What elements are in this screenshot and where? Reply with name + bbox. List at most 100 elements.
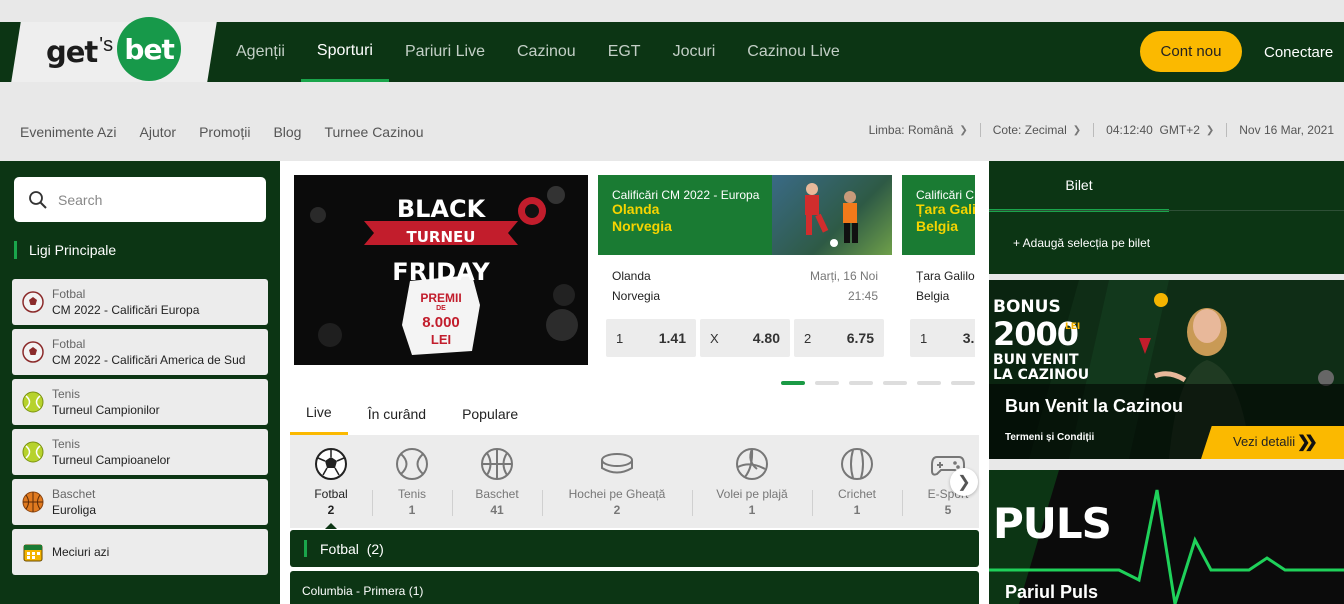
tab-popular[interactable]: Populare bbox=[446, 392, 534, 435]
sport-count: 1 bbox=[853, 503, 861, 517]
casino-welcome-banner[interactable]: BONUS 2000 LEI BUN VENIT LA CAZINOU Bun … bbox=[989, 280, 1344, 459]
language-label: Limba: bbox=[868, 123, 905, 137]
sport-name: Volei pe plajă bbox=[716, 487, 788, 501]
odds-format-select[interactable]: Zecimal bbox=[1025, 123, 1067, 137]
football-icon bbox=[315, 448, 347, 480]
promo-line-black: BLACK bbox=[396, 195, 486, 223]
subnav-evenimente-azi[interactable]: Evenimente Azi bbox=[20, 124, 117, 140]
group-marker bbox=[304, 540, 307, 557]
tab-live[interactable]: Live bbox=[290, 392, 348, 435]
carousel-dot[interactable] bbox=[883, 381, 907, 385]
tennis-ball-icon bbox=[396, 448, 428, 480]
sport-basketball[interactable]: Baschet 41 bbox=[452, 435, 542, 528]
clock-time: 04:12:40 bbox=[1106, 123, 1153, 137]
odd-button-home[interactable]: 13.10 bbox=[910, 319, 975, 357]
puls-banner[interactable]: PULS Pariul Puls bbox=[989, 470, 1344, 604]
sport-ice-hockey[interactable]: Hochei pe Gheață 2 bbox=[542, 435, 692, 528]
carousel-dot[interactable] bbox=[849, 381, 873, 385]
event-tabs: Live În curând Populare bbox=[290, 392, 538, 435]
subnav-turnee-cazinou[interactable]: Turnee Cazinou bbox=[324, 124, 423, 140]
promo-prize-de: DE bbox=[436, 305, 446, 312]
league-category: Fotbal bbox=[52, 336, 86, 351]
match-photo bbox=[772, 175, 892, 255]
language-select[interactable]: Română bbox=[908, 123, 953, 137]
logo[interactable]: get 's bet bbox=[46, 17, 182, 82]
secondary-nav: Evenimente Azi Ajutor Promoții Blog Turn… bbox=[20, 124, 424, 140]
logo-apostrophe: 's bbox=[99, 33, 114, 56]
tab-upcoming[interactable]: În curând bbox=[352, 392, 442, 435]
group-sport-name: Fotbal bbox=[320, 540, 359, 557]
league-item[interactable]: Tenis Turneul Campioanelor bbox=[12, 429, 268, 475]
sport-count: 1 bbox=[748, 503, 756, 517]
subnav-ajutor[interactable]: Ajutor bbox=[140, 124, 177, 140]
nav-egt[interactable]: EGT bbox=[592, 22, 657, 82]
logo-text-right: bet bbox=[124, 32, 174, 66]
casino-terms-link[interactable]: Termeni și Condiții bbox=[1005, 432, 1094, 443]
group-sport-count: (2) bbox=[366, 540, 384, 557]
football-icon bbox=[22, 291, 44, 313]
league-item[interactable]: Fotbal CM 2022 - Calificări America de Su… bbox=[12, 329, 268, 375]
nav-cazinou[interactable]: Cazinou bbox=[501, 22, 592, 82]
league-item[interactable]: Tenis Turneul Campionilor bbox=[12, 379, 268, 425]
casino-big-welcome: BUN VENIT bbox=[993, 352, 1079, 368]
match-card[interactable]: Calificări CM 2022 - Europa Țara Galilor… bbox=[902, 175, 975, 365]
league-item[interactable]: Fotbal CM 2022 - Calificări Europa bbox=[12, 279, 268, 325]
league-category: Baschet bbox=[52, 486, 96, 501]
volleyball-icon bbox=[736, 448, 768, 480]
sport-name: Tenis bbox=[397, 487, 426, 501]
promo-prize-label: PREMII bbox=[420, 291, 462, 305]
nav-jocuri[interactable]: Jocuri bbox=[657, 22, 732, 82]
carousel-dot[interactable] bbox=[951, 381, 975, 385]
sport-name: Crichet bbox=[837, 487, 876, 501]
sport-tennis[interactable]: Tenis 1 bbox=[372, 435, 452, 528]
competition-header[interactable]: Columbia - Primera (1) bbox=[290, 571, 979, 604]
basketball-icon bbox=[481, 448, 513, 480]
league-category: Tenis bbox=[52, 436, 81, 451]
app-root: get 's bet Agenții Sporturi Pariuri Live… bbox=[0, 0, 1344, 604]
carousel-dot[interactable] bbox=[917, 381, 941, 385]
carousel-dot[interactable] bbox=[781, 381, 805, 385]
sport-football[interactable]: Fotbal 2 bbox=[290, 435, 372, 528]
league-item[interactable]: Baschet Euroliga bbox=[12, 479, 268, 525]
sport-count: 1 bbox=[408, 503, 416, 517]
sport-cricket[interactable]: Crichet 1 bbox=[812, 435, 902, 528]
hockey-puck-icon bbox=[601, 453, 633, 474]
divider bbox=[1226, 123, 1228, 137]
odd-button-away[interactable]: 2 6.75 bbox=[794, 319, 884, 357]
match-card[interactable]: Calificări CM 2022 - Europa Olanda Norve… bbox=[598, 175, 892, 365]
casino-big-currency: LEI bbox=[1065, 322, 1081, 332]
odd-button-draw[interactable]: X 4.80 bbox=[700, 319, 790, 357]
odd-button-home[interactable]: 1 1.41 bbox=[606, 319, 696, 357]
chevron-down-icon[interactable]: ❯ bbox=[959, 125, 967, 136]
subnav-blog[interactable]: Blog bbox=[273, 124, 301, 140]
match-league: Calificări CM 2022 - Europa bbox=[916, 188, 975, 202]
black-friday-promo[interactable]: BLACK TURNEU FRIDAY PREMII DE 8.000 LEI bbox=[294, 175, 588, 365]
nav-sporturi[interactable]: Sporturi bbox=[300, 22, 389, 82]
match-time: 21:45 bbox=[847, 289, 878, 303]
today-matches-item[interactable]: Meciuri azi bbox=[12, 529, 268, 575]
carousel-dot[interactable] bbox=[815, 381, 839, 385]
casino-details-label: Vezi detalii bbox=[1233, 434, 1296, 449]
league-name: CM 2022 - Calificări Europa bbox=[52, 302, 200, 317]
sport-count: 5 bbox=[944, 503, 952, 517]
sport-name: Baschet bbox=[475, 487, 519, 501]
login-button[interactable]: Conectare bbox=[1264, 44, 1333, 61]
search-box[interactable] bbox=[14, 177, 266, 222]
sport-group-header[interactable]: Fotbal (2) bbox=[290, 530, 979, 567]
match-home-team: Țara Galilor bbox=[916, 269, 975, 283]
register-button[interactable]: Cont nou bbox=[1140, 31, 1242, 72]
chevron-right-icon[interactable]: ❯ bbox=[950, 468, 978, 496]
chevron-down-icon[interactable]: ❯ bbox=[1206, 125, 1214, 136]
chevron-down-icon[interactable]: ❯ bbox=[1073, 125, 1081, 136]
sport-beach-volleyball[interactable]: Volei pe plajă 1 bbox=[692, 435, 812, 528]
nav-agentii[interactable]: Agenții bbox=[220, 22, 301, 82]
odd-value: 1.41 bbox=[658, 330, 686, 346]
nav-pariuri-live[interactable]: Pariuri Live bbox=[389, 22, 501, 82]
subnav-promotii[interactable]: Promoții bbox=[199, 124, 250, 140]
betslip-tab[interactable]: Bilet bbox=[989, 161, 1169, 212]
match-home-headline: Țara Galilor bbox=[916, 201, 975, 217]
main-leagues-title: Ligi Principale bbox=[14, 241, 116, 259]
search-input[interactable] bbox=[58, 191, 238, 208]
timezone-select[interactable]: GMT+2 bbox=[1160, 123, 1200, 137]
nav-cazinou-live[interactable]: Cazinou Live bbox=[731, 22, 856, 82]
